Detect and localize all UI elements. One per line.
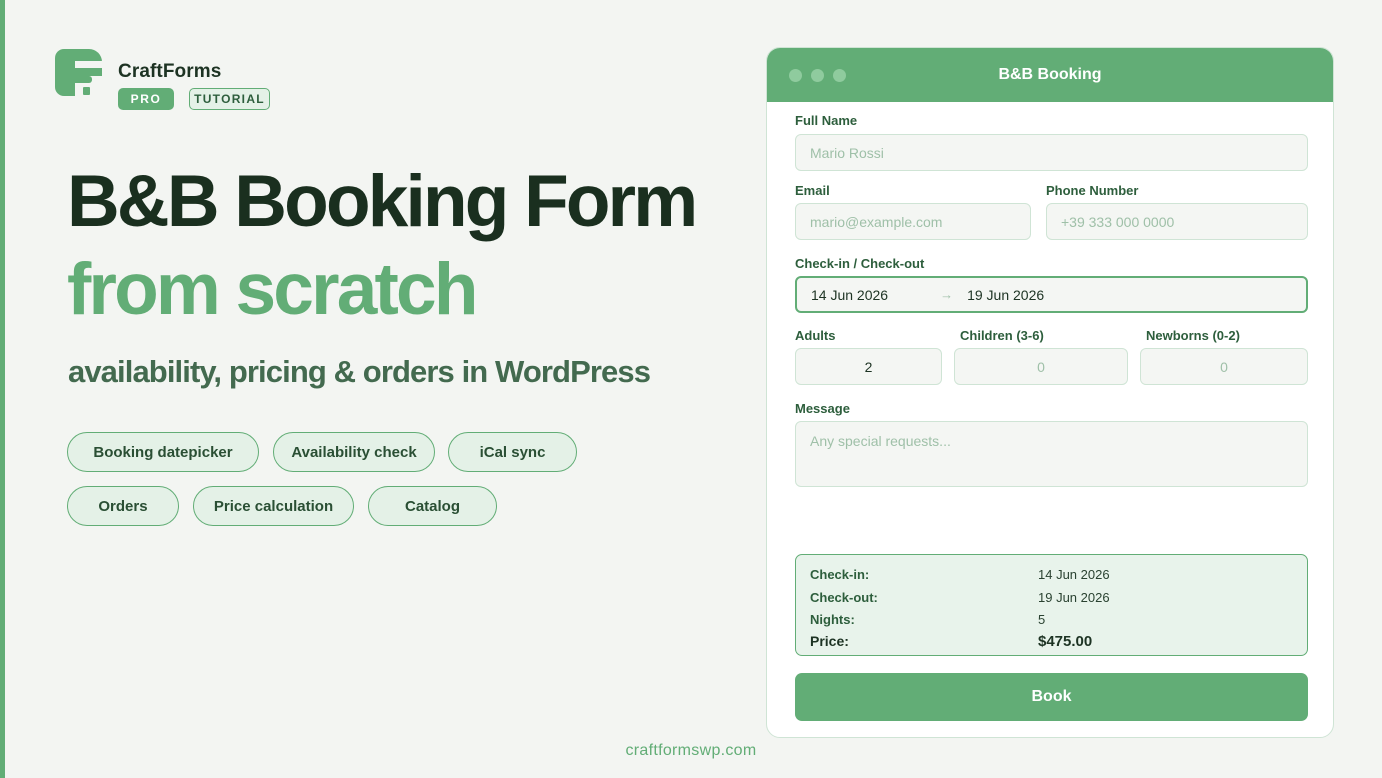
adults-input[interactable]: 2	[795, 348, 942, 385]
title-line-1: B&B Booking Form	[67, 161, 698, 242]
message-textarea[interactable]: Any special requests...	[795, 421, 1308, 487]
book-button[interactable]: Book	[795, 673, 1308, 721]
email-input[interactable]: mario@example.com	[795, 203, 1031, 240]
brand-header: CraftForms PRO TUTORIAL	[55, 49, 270, 110]
feature-chip-orders: Orders	[67, 486, 179, 526]
summary-checkin-value: 14 Jun 2026	[1038, 567, 1110, 582]
window-titlebar: B&B Booking	[767, 48, 1333, 102]
feature-chip-availability-check: Availability check	[273, 432, 435, 472]
children-input[interactable]: 0	[954, 348, 1128, 385]
dates-label: Check-in / Check-out	[795, 256, 925, 271]
tutorial-badge: TUTORIAL	[189, 88, 270, 110]
title-line-2: from scratch	[67, 249, 478, 330]
summary-checkin-label: Check-in:	[810, 567, 870, 582]
summary-checkout-value: 19 Jun 2026	[1038, 590, 1110, 605]
feature-chip-ical-sync: iCal sync	[448, 432, 577, 472]
summary-checkout-label: Check-out:	[810, 590, 878, 605]
full-name-input[interactable]: Mario Rossi	[795, 134, 1308, 171]
arrow-right-icon: →	[940, 287, 954, 302]
craftforms-logo-icon	[55, 49, 102, 97]
accent-stripe	[0, 0, 5, 778]
booking-summary: Check-in: 14 Jun 2026 Check-out: 19 Jun …	[795, 554, 1308, 656]
pro-badge: PRO	[118, 88, 174, 110]
booking-window: B&B Booking Full Name Mario Rossi Email …	[766, 47, 1334, 738]
checkout-value: 19 Jun 2026	[967, 286, 1045, 303]
feature-chip-price-calculation: Price calculation	[193, 486, 354, 526]
adults-label: Adults	[795, 328, 836, 343]
newborns-input[interactable]: 0	[1140, 348, 1308, 385]
summary-nights-value: 5	[1038, 612, 1046, 627]
footer-url: craftformswp.com	[625, 742, 757, 759]
feature-chip-catalog: Catalog	[368, 486, 497, 526]
brand-name: CraftForms	[118, 61, 222, 82]
summary-nights-label: Nights:	[810, 612, 855, 627]
summary-price-label: Price:	[810, 633, 849, 649]
window-title: B&B Booking	[998, 66, 1102, 83]
full-name-label: Full Name	[795, 113, 858, 128]
phone-label: Phone Number	[1046, 183, 1139, 198]
date-range-picker[interactable]: 14 Jun 2026 → 19 Jun 2026	[795, 276, 1308, 313]
checkin-value: 14 Jun 2026	[811, 286, 889, 303]
children-label: Children (3-6)	[960, 328, 1044, 343]
email-label: Email	[795, 183, 830, 198]
subtitle: availability, pricing & orders in WordPr…	[68, 354, 651, 389]
phone-input[interactable]: +39 333 000 0000	[1046, 203, 1308, 240]
feature-chip-booking-datepicker: Booking datepicker	[67, 432, 259, 472]
message-label: Message	[795, 401, 850, 416]
newborns-label: Newborns (0-2)	[1146, 328, 1240, 343]
summary-price-value: $475.00	[1038, 633, 1093, 650]
